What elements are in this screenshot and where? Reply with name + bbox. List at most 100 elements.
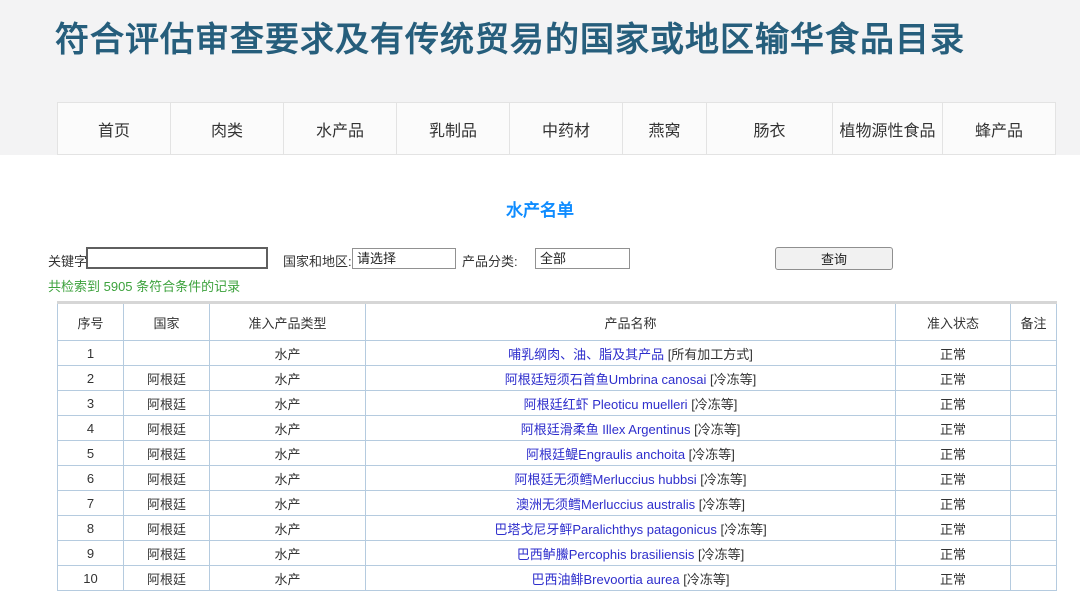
cell-status: 正常 [896,416,1011,441]
cell-no: 9 [58,541,124,566]
nav-item-tcm[interactable]: 中药材 [510,103,623,154]
cell-product: 阿根廷短须石首鱼Umbrina canosai [冷冻等] [366,366,896,391]
product-suffix: [冷冻等] [706,372,756,387]
product-link[interactable]: 哺乳纲肉、油、脂及其产品 [508,347,664,362]
cell-remark [1011,466,1057,491]
cell-status: 正常 [896,366,1011,391]
product-link[interactable]: 巴西油鲱Brevoortia aurea [532,572,680,587]
cell-product: 巴西鲈鰧Percophis brasiliensis [冷冻等] [366,541,896,566]
nav-item-home[interactable]: 首页 [58,103,171,154]
cell-type: 水产 [210,566,366,591]
cell-status: 正常 [896,391,1011,416]
table-row: 6阿根廷水产阿根廷无须鳕Merluccius hubbsi [冷冻等]正常 [58,466,1057,491]
product-suffix: [冷冻等] [694,547,744,562]
table-header: 序号国家准入产品类型产品名称准入状态备注 [58,303,1057,341]
cell-no: 2 [58,366,124,391]
cell-status: 正常 [896,491,1011,516]
column-header-status: 准入状态 [896,303,1011,341]
table-row: 1 水产 哺乳纲肉、油、脂及其产品 [所有加工方式] 正常 [58,341,1057,366]
cell-country: 阿根廷 [124,491,210,516]
cell-remark [1011,366,1057,391]
product-link[interactable]: 阿根廷无须鳕Merluccius hubbsi [515,472,697,487]
table-row: 7阿根廷水产澳洲无须鳕Merluccius australis [冷冻等]正常 [58,491,1057,516]
cell-product: 阿根廷无须鳕Merluccius hubbsi [冷冻等] [366,466,896,491]
cell-country: 阿根廷 [124,391,210,416]
cell-no: 6 [58,466,124,491]
cell-type: 水产 [210,516,366,541]
table-row: 8阿根廷水产巴塔戈尼牙鲆Paralichthys patagonicus [冷冻… [58,516,1057,541]
cell-status: 正常 [896,541,1011,566]
cell-no: 7 [58,491,124,516]
nav-item-plant-food[interactable]: 植物源性食品 [833,103,943,154]
nav-item-casings[interactable]: 肠衣 [707,103,833,154]
cell-no: 5 [58,441,124,466]
cell-product: 澳洲无须鳕Merluccius australis [冷冻等] [366,491,896,516]
column-header-product: 产品名称 [366,303,896,341]
category-label: 产品分类: [462,251,518,270]
cell-type: 水产 [210,541,366,566]
cell-type: 水产 [210,341,366,366]
cell-type: 水产 [210,441,366,466]
keyword-input[interactable] [86,247,268,269]
cell-country: 阿根廷 [124,366,210,391]
cell-type: 水产 [210,391,366,416]
keyword-label: 关键字: [48,251,91,270]
product-suffix: [所有加工方式] [664,347,753,362]
cell-country: 阿根廷 [124,466,210,491]
cell-country: 阿根廷 [124,516,210,541]
page-title: 符合评估审查要求及有传统贸易的国家或地区输华食品目录 [55,12,965,61]
cell-type: 水产 [210,416,366,441]
product-link[interactable]: 阿根廷短须石首鱼Umbrina canosai [505,372,707,387]
country-select[interactable]: 请选择 [352,248,456,269]
section-title: 水产名单 [0,196,1080,221]
product-link[interactable]: 阿根廷红虾 Pleoticu muelleri [524,397,688,412]
cell-remark [1011,566,1057,591]
cell-status: 正常 [896,341,1011,366]
cell-country: 阿根廷 [124,566,210,591]
cell-product: 阿根廷红虾 Pleoticu muelleri [冷冻等] [366,391,896,416]
cell-country: 阿根廷 [124,541,210,566]
product-suffix: [冷冻等] [680,572,730,587]
product-suffix: [冷冻等] [697,472,747,487]
cell-product: 巴西油鲱Brevoortia aurea [冷冻等] [366,566,896,591]
nav-item-meat[interactable]: 肉类 [171,103,284,154]
cell-country [124,341,210,366]
cell-country: 阿根廷 [124,416,210,441]
product-link[interactable]: 澳洲无须鳕Merluccius australis [516,497,695,512]
cell-remark [1011,541,1057,566]
cell-type: 水产 [210,491,366,516]
cell-no: 8 [58,516,124,541]
cell-status: 正常 [896,516,1011,541]
category-select[interactable]: 全部 [535,248,630,269]
country-label: 国家和地区: [283,251,352,270]
product-link[interactable]: 巴西鲈鰧Percophis brasiliensis [517,547,695,562]
cell-product: 阿根廷滑柔鱼 Illex Argentinus [冷冻等] [366,416,896,441]
cell-remark [1011,491,1057,516]
table-row: 5阿根廷水产阿根廷鳀Engraulis anchoita [冷冻等]正常 [58,441,1057,466]
cell-product: 巴塔戈尼牙鲆Paralichthys patagonicus [冷冻等] [366,516,896,541]
search-bar: 关键字: 国家和地区: 请选择 产品分类: 全部 查询 [0,247,1080,273]
cell-remark [1011,441,1057,466]
nav-item-aquatic[interactable]: 水产品 [284,103,397,154]
nav-item-bee-products[interactable]: 蜂产品 [943,103,1055,154]
column-header-country: 国家 [124,303,210,341]
cell-no: 3 [58,391,124,416]
cell-country: 阿根廷 [124,441,210,466]
header-band: 符合评估审查要求及有传统贸易的国家或地区输华食品目录 首页肉类水产品乳制品中药材… [0,0,1080,155]
product-suffix: [冷冻等] [688,397,738,412]
product-link[interactable]: 阿根廷滑柔鱼 Illex Argentinus [521,422,691,437]
table-row: 4阿根廷水产阿根廷滑柔鱼 Illex Argentinus [冷冻等]正常 [58,416,1057,441]
product-link[interactable]: 巴塔戈尼牙鲆Paralichthys patagonicus [494,522,717,537]
product-suffix: [冷冻等] [695,497,745,512]
cell-no: 1 [58,341,124,366]
product-link[interactable]: 阿根廷鳀Engraulis anchoita [526,447,685,462]
table-row: 2阿根廷水产阿根廷短须石首鱼Umbrina canosai [冷冻等]正常 [58,366,1057,391]
query-button[interactable]: 查询 [775,247,893,270]
nav-item-birds-nest[interactable]: 燕窝 [623,103,707,154]
cell-status: 正常 [896,466,1011,491]
cell-status: 正常 [896,566,1011,591]
column-header-type: 准入产品类型 [210,303,366,341]
products-table: 序号国家准入产品类型产品名称准入状态备注 1 水产 哺乳纲肉、油、脂及其产品 [所有… [57,301,1057,591]
nav-item-dairy[interactable]: 乳制品 [397,103,510,154]
table-row: 9阿根廷水产巴西鲈鰧Percophis brasiliensis [冷冻等]正常 [58,541,1057,566]
